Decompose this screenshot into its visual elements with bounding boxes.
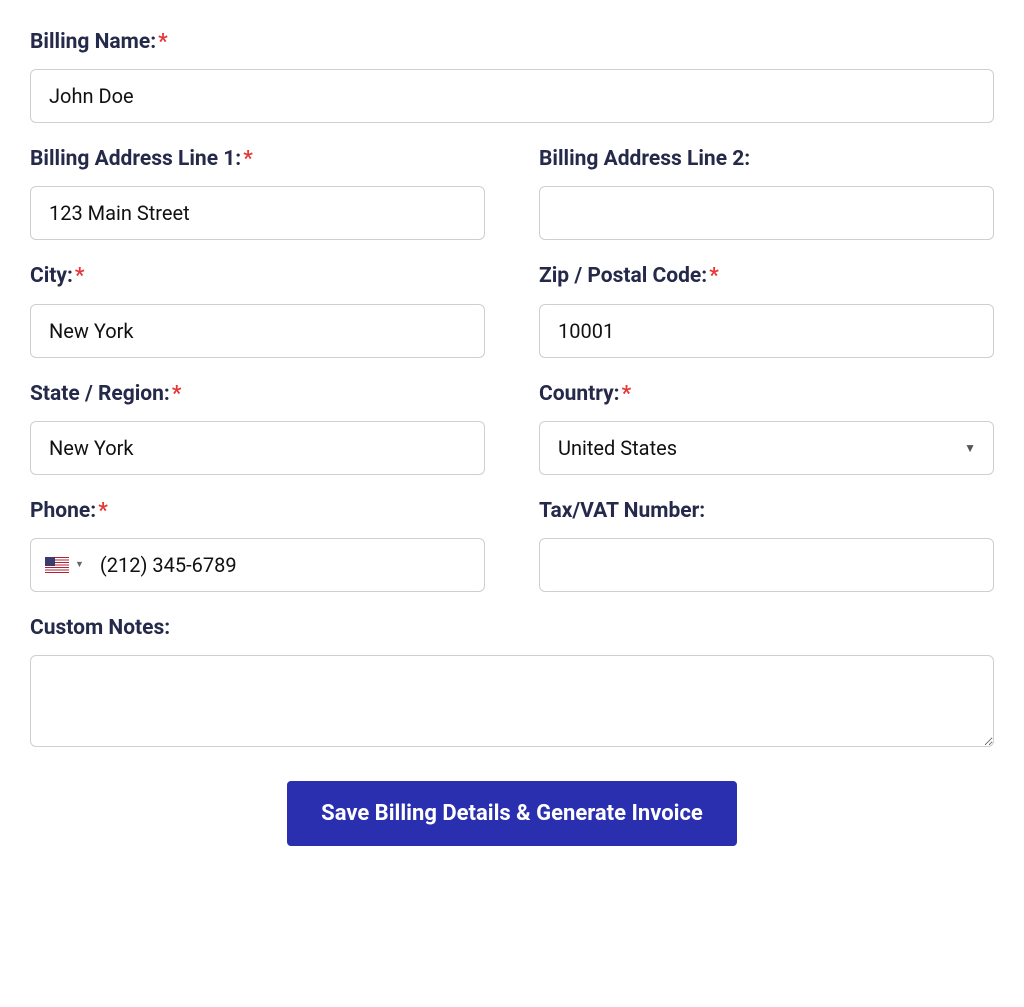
tax-vat-label: Tax/VAT Number: (539, 499, 994, 524)
tax-vat-input[interactable] (539, 538, 994, 592)
state-input[interactable] (30, 421, 485, 475)
address-line-1-label: Billing Address Line 1:* (30, 147, 485, 172)
zip-input[interactable] (539, 304, 994, 358)
billing-name-input[interactable] (30, 69, 994, 123)
custom-notes-label: Custom Notes: (30, 616, 994, 641)
country-select[interactable]: United States (539, 421, 994, 475)
required-marker: * (75, 264, 85, 288)
required-marker: * (709, 264, 719, 288)
city-input[interactable] (30, 304, 485, 358)
save-billing-button[interactable]: Save Billing Details & Generate Invoice (287, 781, 737, 846)
required-marker: * (158, 30, 168, 54)
phone-field: ▼ (30, 538, 485, 592)
required-marker: * (243, 147, 253, 171)
custom-notes-textarea[interactable] (30, 655, 994, 747)
billing-name-label: Billing Name:* (30, 30, 994, 55)
chevron-down-icon: ▼ (75, 559, 84, 570)
us-flag-icon (45, 557, 69, 573)
billing-form: Billing Name:* Billing Address Line 1:* … (30, 30, 994, 846)
zip-label: Zip / Postal Code:* (539, 264, 994, 289)
required-marker: * (172, 382, 182, 406)
city-label: City:* (30, 264, 485, 289)
required-marker: * (622, 382, 632, 406)
required-marker: * (98, 499, 108, 523)
address-line-2-input[interactable] (539, 186, 994, 240)
address-line-2-label: Billing Address Line 2: (539, 147, 994, 172)
phone-input[interactable] (94, 539, 484, 591)
country-label: Country:* (539, 382, 994, 407)
state-label: State / Region:* (30, 382, 485, 407)
address-line-1-input[interactable] (30, 186, 485, 240)
phone-label: Phone:* (30, 499, 485, 524)
phone-country-selector[interactable]: ▼ (31, 539, 94, 591)
